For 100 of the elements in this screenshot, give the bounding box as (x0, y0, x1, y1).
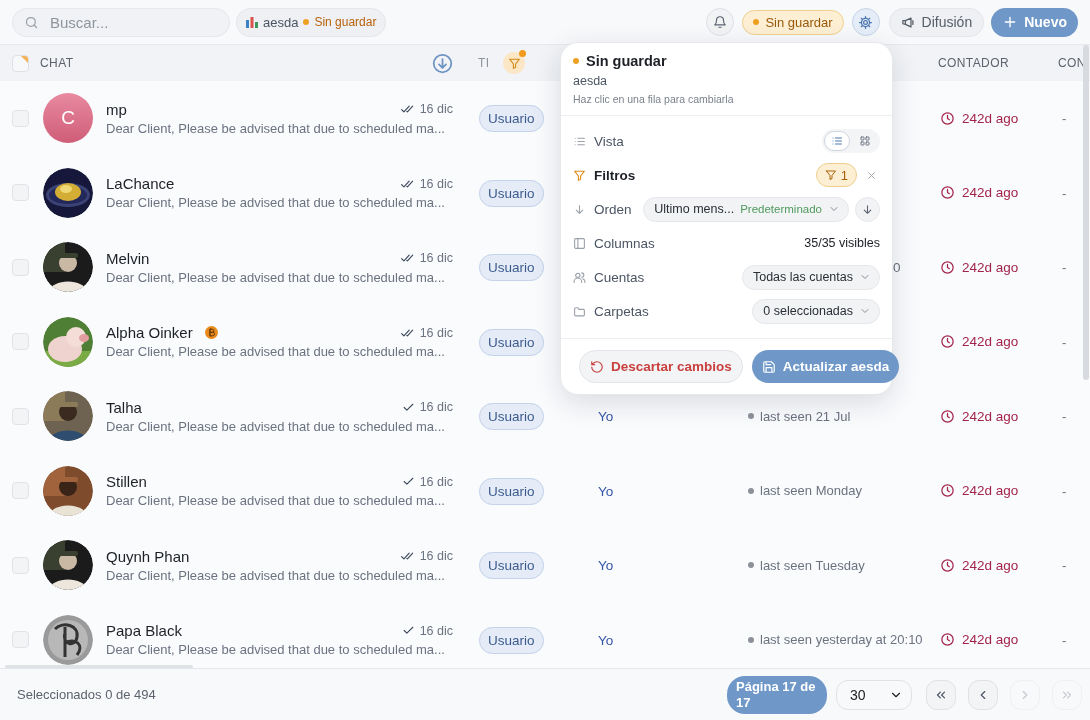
sort-direction-button[interactable] (855, 196, 880, 222)
grid-icon (859, 135, 871, 147)
table-cell-text: - (1061, 334, 1067, 350)
search-field[interactable]: Buscar... (12, 7, 230, 37)
filter-icon (573, 168, 586, 182)
row-checkbox[interactable] (12, 333, 29, 351)
role-badge: Usuario (479, 552, 544, 580)
role-badge: Usuario (479, 403, 544, 431)
update-button[interactable]: Actualizar aesda (751, 350, 900, 383)
gear-icon (858, 14, 874, 30)
notifications-button[interactable] (706, 8, 735, 36)
clock-icon (940, 334, 955, 350)
row-checkbox[interactable] (12, 407, 29, 425)
accounts-select[interactable]: Todas las cuentas (741, 264, 880, 290)
bar-chart-icon (246, 16, 258, 28)
last-seen-status: last seen Tuesday (735, 557, 928, 573)
contact-name: Stillen (106, 473, 147, 491)
contact-name: LaChance (106, 175, 175, 193)
table-cell-text: - (1061, 558, 1067, 574)
counter-value: 242d ago (928, 110, 1048, 126)
column-header[interactable]: CONTADOR (938, 56, 1009, 70)
row-checkbox[interactable] (12, 482, 29, 500)
contact-name: Talha (106, 398, 142, 416)
clock-icon (940, 259, 955, 275)
folder-icon (573, 304, 586, 318)
column-header[interactable]: CHAT (40, 56, 74, 70)
message-date: 16 dic (419, 474, 453, 489)
owner-label: Yo (597, 409, 614, 425)
row-checkbox[interactable] (12, 258, 29, 276)
setting-label: Filtros (594, 167, 636, 183)
table-cell-text: - (1061, 632, 1067, 648)
last-seen-status: last seen yesterday at 20:10 (735, 632, 928, 648)
last-seen-status: 0 (892, 260, 901, 276)
discard-button[interactable]: Descartar cambios (579, 350, 743, 383)
message-preview: Dear Client, Please be advised that due to scheduled ma... (106, 567, 446, 583)
contact-name: Alpha Oinker (106, 324, 193, 342)
contact-name: Melvin (106, 249, 150, 267)
owner-label: Yo (597, 632, 614, 648)
last-seen-status: last seen Monday (735, 483, 928, 499)
role-badge: Usuario (479, 105, 544, 133)
message-date: 16 dic (419, 325, 453, 340)
previous-page-button[interactable] (968, 679, 998, 710)
users-icon (573, 270, 586, 284)
last-seen-status: last seen 21 Jul (735, 408, 928, 424)
folders-select[interactable]: 0 seleccionadas (752, 298, 880, 324)
clock-icon (940, 632, 955, 648)
setting-label: Vista (594, 133, 624, 149)
counter-value: 242d ago (928, 632, 1048, 648)
row-checkbox[interactable] (12, 631, 29, 649)
page-size-select[interactable]: 30 (836, 679, 912, 710)
table-cell-text: - (1061, 260, 1067, 276)
message-preview: Dear Client, Please be advised that due to scheduled ma... (106, 120, 446, 136)
filter-count-chip[interactable]: 1 (815, 163, 857, 187)
counter-value: 242d ago (928, 259, 1048, 275)
owner-label: Yo (597, 483, 614, 499)
filter-button[interactable] (503, 52, 526, 74)
first-page-button[interactable] (926, 679, 956, 710)
clock-icon (940, 110, 955, 126)
avatar: C (43, 93, 93, 144)
row-checkbox[interactable] (12, 556, 29, 574)
arrow-down-icon (861, 202, 874, 216)
popover-title: Sin guardar (586, 53, 667, 69)
popover-hint: Haz clic en una fila para cambiarla (573, 93, 735, 105)
role-badge: Usuario (479, 254, 544, 282)
counter-value: 242d ago (928, 557, 1048, 573)
message-preview: Dear Client, Please be advised that due to scheduled ma... (106, 642, 446, 658)
new-button[interactable]: Nuevo (991, 7, 1078, 37)
setting-label: Carpetas (594, 303, 649, 319)
undo-icon (590, 359, 604, 374)
row-checkbox[interactable] (12, 109, 29, 127)
bell-icon (713, 15, 728, 29)
settings-button[interactable] (851, 8, 880, 36)
clock-icon (940, 483, 955, 499)
table-cell-text: - (1061, 185, 1067, 201)
clock-icon (940, 408, 955, 424)
counter-value: 242d ago (928, 334, 1048, 350)
message-date: 16 dic (419, 623, 453, 638)
columns-icon (573, 236, 586, 250)
view-name: aesda (573, 74, 609, 88)
unsaved-badge[interactable]: Sin guardar (742, 9, 844, 35)
list-view-button[interactable] (824, 131, 850, 151)
message-date: 16 dic (419, 102, 453, 117)
message-preview: Dear Client, Please be advised that due to scheduled ma... (106, 418, 446, 434)
owner-label: Yo (597, 558, 614, 574)
filter-icon (507, 56, 521, 70)
row-checkbox[interactable] (12, 184, 29, 202)
clock-icon (940, 185, 955, 201)
columns-count: 35/35 visibles (804, 236, 880, 250)
broadcast-button[interactable]: Difusión (888, 7, 985, 37)
selection-count: Seleccionados 0 de 494 (17, 687, 156, 702)
role-badge: Usuario (479, 179, 544, 207)
x-icon (866, 169, 877, 181)
save-icon (761, 359, 776, 374)
message-preview: Dear Client, Please be advised that due to scheduled ma... (106, 344, 446, 360)
sort-button[interactable] (431, 52, 453, 74)
filter-icon (824, 169, 837, 181)
scrollbar[interactable] (1083, 45, 1089, 380)
sort-select[interactable]: Ultimo mens... Predeterminado (643, 196, 849, 222)
counter-value: 242d ago (928, 408, 1048, 424)
view-chip[interactable]: aesda Sin guardar (236, 7, 387, 37)
